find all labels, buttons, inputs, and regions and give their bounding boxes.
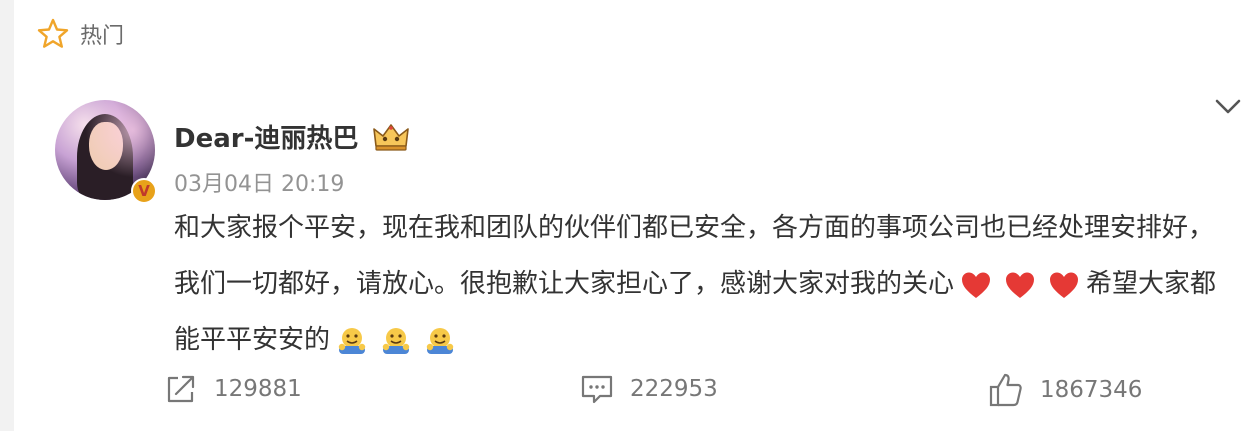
thumbs-up-icon: [989, 373, 1022, 407]
hot-label: 热门: [80, 24, 125, 49]
hug-emoji-icon: [336, 326, 368, 356]
post-timestamp[interactable]: 03月04日 20:19: [174, 166, 344, 198]
crown-icon[interactable]: [372, 122, 410, 152]
comment-icon: [581, 375, 613, 404]
left-edge-strip: [0, 0, 14, 431]
author-row: Dear-迪丽热巴: [174, 118, 410, 155]
author-name[interactable]: Dear-迪丽热巴: [174, 118, 358, 155]
post-actions-bar: 129881 222953 1867346: [0, 372, 1242, 416]
heart-emoji-icon: [1004, 270, 1036, 300]
hot-section-header[interactable]: 热门: [36, 16, 124, 52]
post-content: 和大家报个平安，现在我和团队的伙伴们都已安全，各方面的事项公司也已经处理安排好，…: [174, 200, 1234, 368]
like-button[interactable]: 1867346: [988, 372, 1142, 408]
chevron-down-icon[interactable]: [1214, 96, 1242, 118]
repost-count: 129881: [214, 376, 302, 402]
repost-icon: [167, 375, 195, 403]
author-avatar[interactable]: V: [55, 100, 157, 204]
heart-emoji-icon: [960, 270, 992, 300]
repost-button[interactable]: 129881: [164, 372, 302, 406]
hug-emoji-icon: [380, 326, 412, 356]
heart-emoji-icon: [1048, 270, 1080, 300]
star-icon: [37, 18, 69, 48]
hug-emoji-icon: [424, 326, 456, 356]
like-count: 1867346: [1040, 377, 1143, 403]
comment-count: 222953: [630, 376, 718, 402]
verified-badge-icon: V: [131, 178, 157, 204]
comment-button[interactable]: 222953: [580, 372, 718, 406]
